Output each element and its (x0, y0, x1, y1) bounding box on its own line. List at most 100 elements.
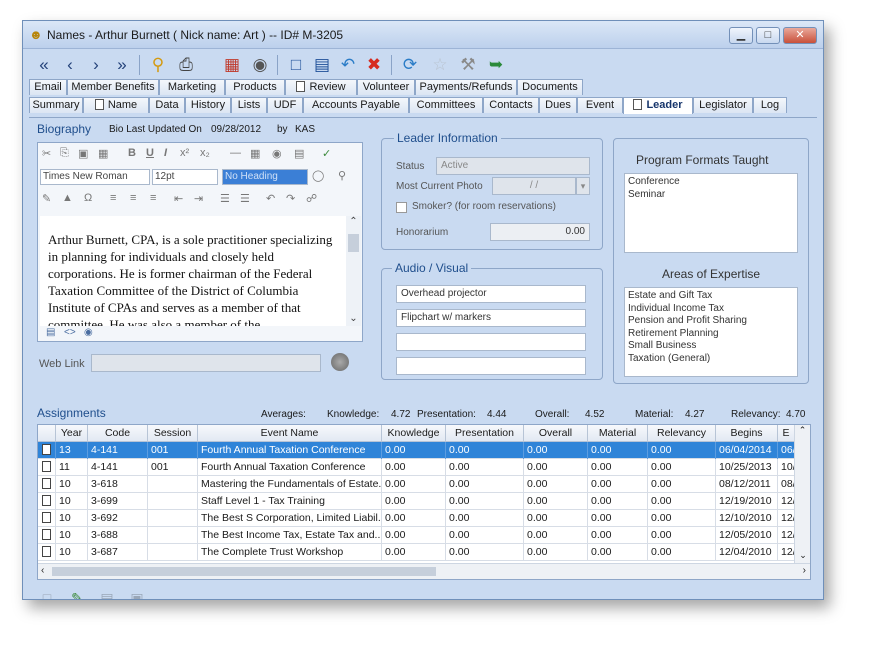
cell-year[interactable]: 10 (56, 527, 88, 544)
tab-marketing[interactable]: Marketing (159, 79, 225, 95)
cell-ends[interactable]: 12/' (778, 493, 795, 510)
cell-knowledge[interactable]: 0.00 (382, 510, 446, 527)
cell-overall[interactable]: 0.00 (524, 544, 588, 561)
honorarium-field[interactable]: 0.00 (490, 223, 590, 241)
cell-ends[interactable]: 08/' (778, 476, 795, 493)
next-record-icon[interactable]: › (83, 52, 109, 78)
cell-code[interactable]: 3-692 (88, 510, 148, 527)
delete-icon[interactable]: ✖ (361, 52, 387, 78)
cell-presentation[interactable]: 0.00 (446, 476, 524, 493)
cell-event-name[interactable]: Fourth Annual Taxation Conference (198, 459, 382, 476)
cell-presentation[interactable]: 0.00 (446, 459, 524, 476)
refresh-icon[interactable]: ⟳ (397, 52, 423, 78)
status-select[interactable]: Active (436, 157, 590, 175)
font-size-select[interactable]: 12pt (152, 169, 218, 185)
superscript-icon[interactable]: x² (180, 147, 189, 159)
cell-begins[interactable]: 12/19/2010 (716, 493, 778, 510)
cell-begins[interactable]: 10/25/2013 (716, 459, 778, 476)
editor-scrollbar[interactable]: ⌃ ⌄ (346, 216, 361, 326)
tools-icon[interactable]: ⚒ (455, 52, 481, 78)
cell-material[interactable]: 0.00 (588, 476, 648, 493)
cell-knowledge[interactable]: 0.00 (382, 493, 446, 510)
col-header-session[interactable]: Session (148, 425, 198, 442)
indent-icon[interactable]: ⇥ (194, 192, 203, 205)
save-assignment-button[interactable]: ▣ (127, 588, 147, 599)
table-row[interactable]: 10 3-699 Staff Level 1 - Tax Training 0.00 0… (38, 493, 795, 510)
exit-icon[interactable]: ➥ (483, 52, 509, 78)
tab-member-benefits[interactable]: Member Benefits (67, 79, 159, 95)
horizontal-rule-icon[interactable]: — (230, 147, 241, 159)
cell-overall[interactable]: 0.00 (524, 527, 588, 544)
bold-icon[interactable]: B (128, 147, 136, 159)
table-row[interactable]: 10 3-692 The Best S Corporation, Limited L… (38, 510, 795, 527)
cell-event-name[interactable]: Staff Level 1 - Tax Training (198, 493, 382, 510)
html-view-icon[interactable]: <> (64, 327, 76, 338)
col-header-begins[interactable]: Begins (716, 425, 778, 442)
cell-session[interactable]: 001 (148, 442, 198, 459)
cell-relevancy[interactable]: 0.00 (648, 459, 716, 476)
cell-ends[interactable]: 06/( (778, 442, 795, 459)
cell-event-name[interactable]: The Best Income Tax, Estate Tax and... (198, 527, 382, 544)
pen-icon[interactable]: ✎ (42, 192, 51, 205)
cell-session[interactable] (148, 476, 198, 493)
maximize-button[interactable]: □ (756, 27, 780, 44)
col-header-event-name[interactable]: Event Name (198, 425, 382, 442)
cell-overall[interactable]: 0.00 (524, 476, 588, 493)
web-link-input[interactable] (91, 354, 321, 372)
preview-icon[interactable]: ◉ (84, 327, 93, 338)
cell-knowledge[interactable]: 0.00 (382, 527, 446, 544)
tab-accounts-payable[interactable]: Accounts Payable (303, 97, 409, 113)
cell-year[interactable]: 10 (56, 493, 88, 510)
cell-event-name[interactable]: Fourth Annual Taxation Conference (198, 442, 382, 459)
cell-material[interactable]: 0.00 (588, 510, 648, 527)
col-header-knowledge[interactable]: Knowledge (382, 425, 446, 442)
tab-leader[interactable]: Leader (623, 97, 693, 114)
cell-knowledge[interactable]: 0.00 (382, 442, 446, 459)
list-item[interactable]: Conference (628, 176, 794, 189)
cell-relevancy[interactable]: 0.00 (648, 442, 716, 459)
tab-documents[interactable]: Documents (517, 79, 583, 95)
cell-relevancy[interactable]: 0.00 (648, 476, 716, 493)
table-row[interactable]: 13 4-141 001 Fourth Annual Taxation Confere… (38, 442, 795, 459)
cell-material[interactable]: 0.00 (588, 527, 648, 544)
paste-icon[interactable]: ▣ (78, 147, 88, 160)
cell-begins[interactable]: 12/10/2010 (716, 510, 778, 527)
print-icon[interactable]: ⎙ (173, 52, 199, 78)
cell-begins[interactable]: 12/04/2010 (716, 544, 778, 561)
areas-expertise-list[interactable]: Estate and Gift Tax Individual Income Ta… (624, 287, 798, 377)
picture-icon[interactable]: ◉ (272, 147, 282, 160)
cell-year[interactable]: 13 (56, 442, 88, 459)
cut-icon[interactable]: ✂ (42, 147, 51, 160)
cell-session[interactable] (148, 544, 198, 561)
cell-relevancy[interactable]: 0.00 (648, 527, 716, 544)
list-item[interactable]: Small Business (628, 340, 794, 353)
tab-name[interactable]: Name (83, 97, 149, 113)
edit-assignment-button[interactable]: ✎ (67, 588, 87, 599)
previous-record-icon[interactable]: ‹ (57, 52, 83, 78)
list-item[interactable]: Seminar (628, 189, 794, 202)
tab-volunteer[interactable]: Volunteer (357, 79, 415, 95)
document-icon[interactable]: ▤ (294, 147, 304, 160)
cell-relevancy[interactable]: 0.00 (648, 493, 716, 510)
align-center-icon[interactable]: ≡ (130, 192, 136, 204)
cell-presentation[interactable]: 0.00 (446, 442, 524, 459)
cell-material[interactable]: 0.00 (588, 544, 648, 561)
editor-redo-icon[interactable]: ↷ (286, 192, 295, 205)
col-header-year[interactable]: Year (56, 425, 88, 442)
table-row[interactable]: 10 3-618 Mastering the Fundamentals of Est… (38, 476, 795, 493)
list-item[interactable]: Pension and Profit Sharing (628, 315, 794, 328)
cell-code[interactable]: 3-687 (88, 544, 148, 561)
align-left-icon[interactable]: ≡ (110, 192, 116, 204)
tab-contacts[interactable]: Contacts (483, 97, 539, 113)
tab-committees[interactable]: Committees (409, 97, 483, 113)
cell-code[interactable]: 3-699 (88, 493, 148, 510)
tab-summary[interactable]: Summary (29, 97, 83, 113)
numbered-list-icon[interactable]: ☰ (220, 192, 230, 205)
cell-material[interactable]: 0.00 (588, 493, 648, 510)
col-header-relevancy[interactable]: Relevancy (648, 425, 716, 442)
smoker-checkbox[interactable] (396, 202, 407, 213)
subscript-icon[interactable]: x₂ (200, 147, 210, 159)
cell-relevancy[interactable]: 0.00 (648, 510, 716, 527)
cell-begins[interactable]: 08/12/2011 (716, 476, 778, 493)
tab-legislator[interactable]: Legislator (693, 97, 753, 113)
